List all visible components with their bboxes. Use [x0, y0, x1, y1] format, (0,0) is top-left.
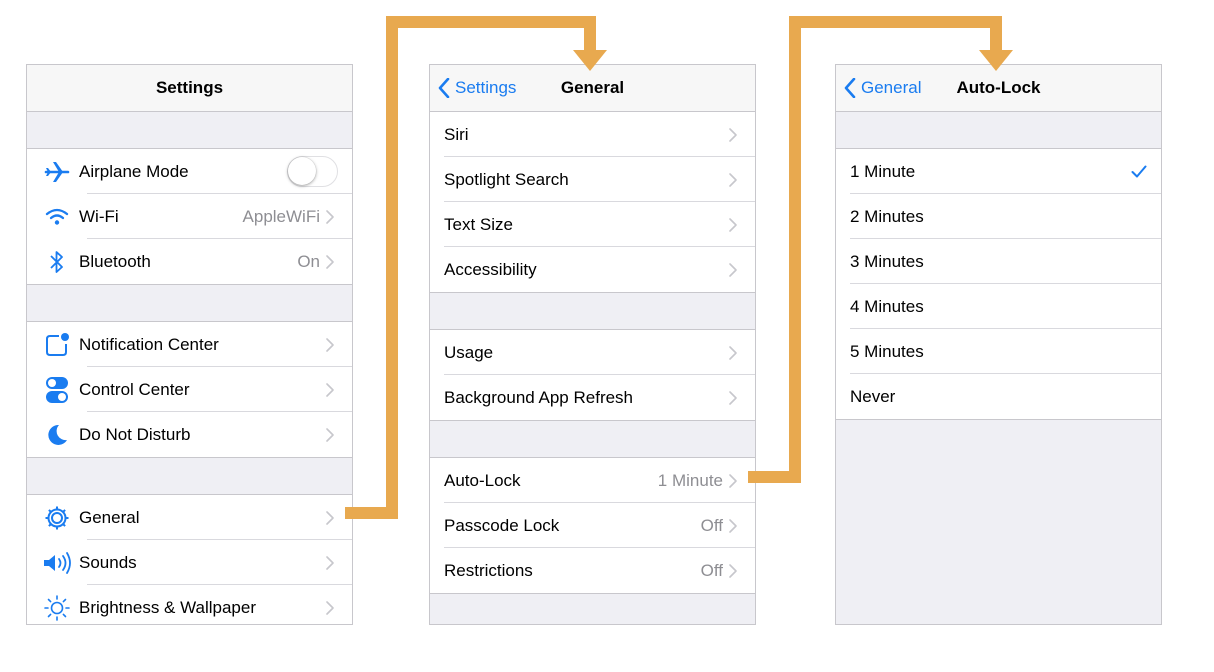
- arrow-general-to-general-screen: [345, 16, 607, 519]
- arrow-autolock-to-autolock-screen: [748, 16, 1013, 483]
- flow-arrows: [345, 16, 1013, 519]
